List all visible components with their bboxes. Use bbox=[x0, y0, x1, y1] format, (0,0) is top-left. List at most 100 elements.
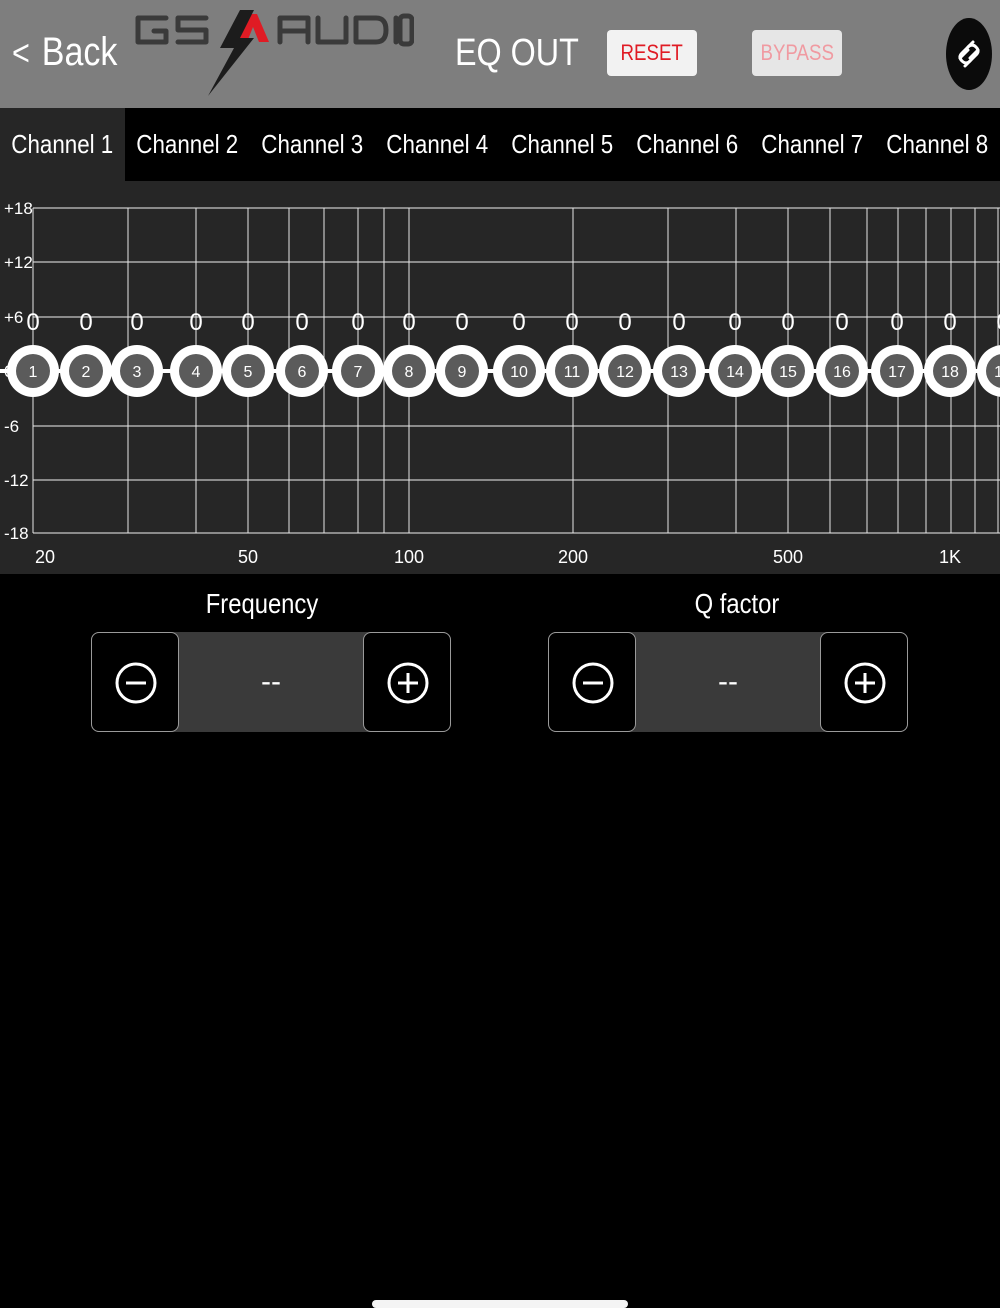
band-gain-value: 0 bbox=[996, 309, 1000, 336]
eq-graph: +18+12+60db-6-12-18 20501002005001K 0102… bbox=[0, 181, 1000, 574]
bypass-button[interactable]: BYPASS bbox=[752, 30, 842, 76]
tab-channel-2[interactable]: Channel 2 bbox=[125, 108, 250, 181]
tab-label: Channel 5 bbox=[511, 129, 614, 159]
tab-channel-1[interactable]: Channel 1 bbox=[0, 108, 125, 181]
band-number: 9 bbox=[458, 364, 467, 381]
band-number: 4 bbox=[192, 364, 201, 381]
eq-band-2-handle[interactable]: 02 bbox=[60, 309, 112, 397]
eq-band-19-handle[interactable]: 0 19 bbox=[977, 309, 1000, 397]
bypass-label: BYPASS bbox=[760, 40, 834, 65]
band-gain-value: 0 bbox=[241, 309, 254, 336]
link-icon bbox=[958, 40, 980, 68]
y-axis-label: +6 bbox=[4, 308, 23, 327]
band-gain-value: 0 bbox=[672, 309, 685, 336]
band-number: 18 bbox=[941, 364, 959, 381]
page-title: EQ OUT bbox=[455, 32, 579, 74]
tab-label: Channel 1 bbox=[11, 129, 114, 159]
frequency-stepper: -- bbox=[91, 632, 451, 732]
eq-band-13-handle[interactable]: 0 13 bbox=[653, 309, 705, 397]
q-factor-stepper: -- bbox=[548, 632, 908, 732]
tab-channel-6[interactable]: Channel 6 bbox=[625, 108, 750, 181]
eq-band-18-handle[interactable]: 0 18 bbox=[924, 309, 976, 397]
eq-band-5-handle[interactable]: 05 bbox=[222, 309, 274, 397]
channel-tabs: Channel 1 Channel 2 Channel 3 Channel 4 … bbox=[0, 108, 1000, 181]
band-gain-value: 0 bbox=[189, 309, 202, 336]
y-axis-label: -12 bbox=[4, 471, 29, 490]
band-number: 11 bbox=[564, 364, 581, 381]
x-axis-label: 100 bbox=[394, 547, 424, 567]
eq-band-7-handle[interactable]: 07 bbox=[332, 309, 384, 397]
q-factor-increase-button[interactable] bbox=[820, 632, 908, 732]
tab-label: Channel 8 bbox=[886, 129, 989, 159]
tab-channel-8[interactable]: Channel 8 bbox=[875, 108, 1000, 181]
band-number: 2 bbox=[82, 364, 91, 381]
band-number: 13 bbox=[670, 364, 688, 381]
frequency-decrease-button[interactable] bbox=[91, 632, 179, 732]
eq-band-8-handle[interactable]: 08 bbox=[383, 309, 435, 397]
band-number: 17 bbox=[888, 364, 906, 381]
reset-label: RESET bbox=[620, 40, 684, 65]
home-indicator[interactable] bbox=[372, 1300, 628, 1308]
tab-channel-5[interactable]: Channel 5 bbox=[500, 108, 625, 181]
band-number: 1 bbox=[29, 364, 38, 381]
frequency-label: Frequency bbox=[205, 588, 319, 619]
eq-band-6-handle[interactable]: 06 bbox=[276, 309, 328, 397]
band-gain-value: 0 bbox=[835, 309, 848, 336]
chevron-left-icon: < bbox=[12, 31, 30, 73]
band-gain-value: 0 bbox=[781, 309, 794, 336]
tab-channel-3[interactable]: Channel 3 bbox=[250, 108, 375, 181]
x-axis-label: 200 bbox=[558, 547, 588, 567]
x-axis-label: 1K bbox=[939, 547, 961, 567]
tab-label: Channel 4 bbox=[386, 129, 489, 159]
gs-audio-logo bbox=[135, 10, 414, 96]
q-factor-decrease-button[interactable] bbox=[548, 632, 636, 732]
eq-band-9-handle[interactable]: 09 bbox=[436, 309, 488, 397]
band-gain-value: 0 bbox=[943, 309, 956, 336]
x-axis-label: 50 bbox=[238, 547, 258, 567]
band-number: 19 bbox=[994, 364, 1000, 381]
band-gain-value: 0 bbox=[618, 309, 631, 336]
tab-label: Channel 3 bbox=[261, 129, 364, 159]
eq-band-16-handle[interactable]: 0 16 bbox=[816, 309, 868, 397]
band-gain-value: 0 bbox=[79, 309, 92, 336]
plus-circle-icon bbox=[844, 662, 886, 704]
eq-band-12-handle[interactable]: 0 12 bbox=[599, 309, 651, 397]
band-gain-value: 0 bbox=[512, 309, 525, 336]
y-axis-label: -18 bbox=[4, 524, 29, 543]
band-number: 10 bbox=[510, 364, 528, 381]
band-gain-value: 0 bbox=[130, 309, 143, 336]
eq-band-15-handle[interactable]: 0 15 bbox=[762, 309, 814, 397]
plus-circle-icon bbox=[387, 662, 429, 704]
eq-band-14-handle[interactable]: 0 14 bbox=[709, 309, 761, 397]
eq-band-10-handle[interactable]: 0 10 bbox=[493, 309, 545, 397]
reset-button[interactable]: RESET bbox=[607, 30, 697, 76]
x-axis-label: 20 bbox=[35, 547, 55, 567]
eq-band-11-handle[interactable]: 0 11 bbox=[546, 309, 598, 397]
tab-channel-4[interactable]: Channel 4 bbox=[375, 108, 500, 181]
band-gain-value: 0 bbox=[565, 309, 578, 336]
band-gain-value: 0 bbox=[26, 309, 39, 336]
back-button[interactable]: < Back bbox=[12, 30, 117, 75]
eq-band-17-handle[interactable]: 0 17 bbox=[871, 309, 923, 397]
eq-band-3-handle[interactable]: 03 bbox=[111, 309, 163, 397]
tab-channel-7[interactable]: Channel 7 bbox=[750, 108, 875, 181]
x-axis-label: 500 bbox=[773, 547, 803, 567]
minus-circle-icon bbox=[115, 662, 157, 704]
band-gain-value: 0 bbox=[351, 309, 364, 336]
y-axis-label: -6 bbox=[4, 417, 19, 436]
eq-band-4-handle[interactable]: 04 bbox=[170, 309, 222, 397]
q-factor-value: -- bbox=[718, 665, 738, 698]
back-label: Back bbox=[41, 30, 118, 74]
eq-graph-canvas[interactable]: +18+12+60db-6-12-18 20501002005001K 0102… bbox=[0, 181, 1000, 574]
y-axis-label: +18 bbox=[4, 199, 33, 218]
band-number: 15 bbox=[779, 364, 797, 381]
minus-circle-icon bbox=[572, 662, 614, 704]
band-number: 3 bbox=[133, 364, 142, 381]
band-gain-value: 0 bbox=[728, 309, 741, 336]
band-number: 5 bbox=[244, 364, 253, 381]
link-button[interactable] bbox=[946, 18, 992, 90]
frequency-increase-button[interactable] bbox=[363, 632, 451, 732]
band-gain-value: 0 bbox=[402, 309, 415, 336]
band-number: 8 bbox=[405, 364, 414, 381]
tab-label: Channel 7 bbox=[761, 129, 864, 159]
